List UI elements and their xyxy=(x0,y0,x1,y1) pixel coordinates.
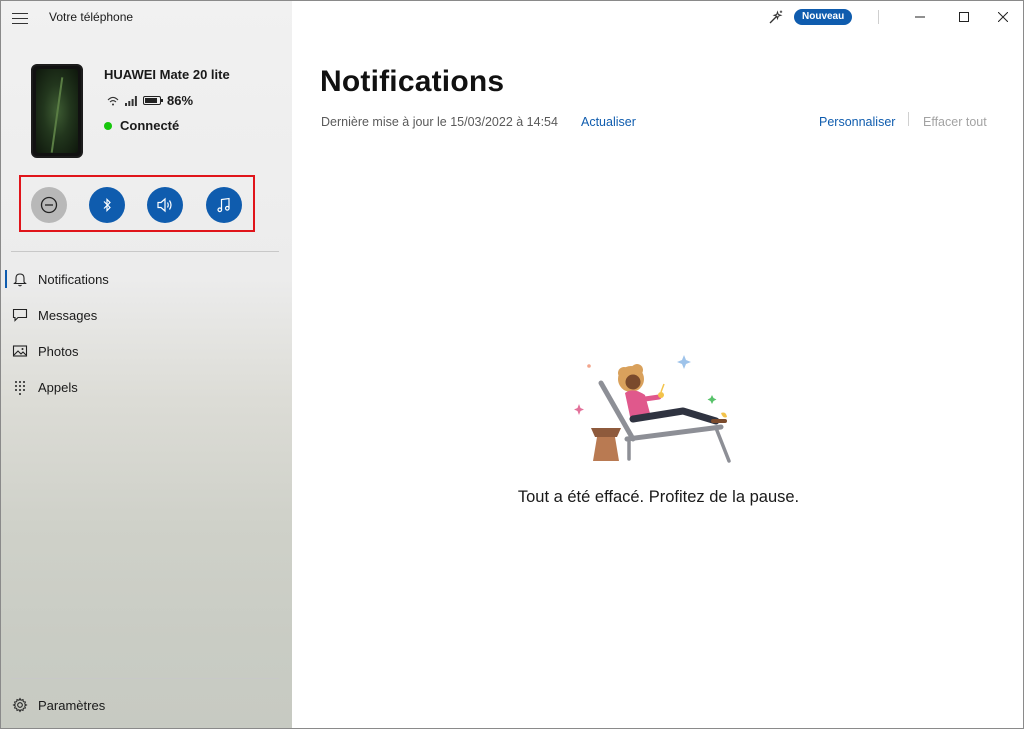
customize-link[interactable]: Personnaliser xyxy=(819,115,895,129)
maximize-button[interactable] xyxy=(942,1,986,33)
sidebar-item-label: Messages xyxy=(38,307,98,323)
chat-bubble-icon xyxy=(12,307,28,323)
wifi-icon xyxy=(107,96,119,105)
music-note-icon xyxy=(217,197,230,213)
sidebar-item-settings[interactable]: Paramètres xyxy=(1,690,292,720)
connection-status: Connecté xyxy=(104,118,179,133)
sidebar-divider xyxy=(11,678,279,679)
sidebar-item-label: Appels xyxy=(38,379,78,395)
sidebar-item-calls[interactable]: Appels xyxy=(1,372,292,402)
signal-icon xyxy=(125,95,137,106)
bell-icon xyxy=(12,271,28,287)
minimize-icon xyxy=(915,16,925,18)
sidebar-item-label: Photos xyxy=(38,343,79,359)
relaxing-person-illustration xyxy=(574,355,731,463)
close-icon xyxy=(998,12,1008,22)
refresh-link[interactable]: Actualiser xyxy=(581,115,636,129)
sidebar-item-photos[interactable]: Photos xyxy=(1,336,292,366)
clear-all-link[interactable]: Effacer tout xyxy=(923,115,987,129)
bluetooth-button[interactable] xyxy=(89,187,125,223)
page-title: Notifications xyxy=(320,65,505,98)
sidebar-item-messages[interactable]: Messages xyxy=(1,300,292,330)
speaker-icon xyxy=(157,197,172,213)
new-badge[interactable]: Nouveau xyxy=(794,9,853,25)
empty-state-message: Tout a été effacé. Profitez de la pause. xyxy=(517,488,800,506)
gear-icon xyxy=(12,697,28,713)
link-separator xyxy=(908,112,909,126)
minus-circle-icon xyxy=(40,196,58,214)
sidebar-divider xyxy=(11,251,279,252)
image-icon xyxy=(12,343,28,359)
music-button[interactable] xyxy=(206,187,242,223)
sidebar: Votre téléphone HUAWEI Mate 20 lite 86% … xyxy=(1,1,292,728)
device-name: HUAWEI Mate 20 lite xyxy=(104,67,230,82)
app-title: Votre téléphone xyxy=(49,10,134,24)
connected-dot-icon xyxy=(104,121,112,130)
sidebar-item-label: Notifications xyxy=(38,271,109,287)
do-not-disturb-button[interactable] xyxy=(31,187,67,223)
sidebar-item-notifications[interactable]: Notifications xyxy=(1,264,292,294)
phone-thumbnail xyxy=(31,64,83,158)
feedback-wand-icon[interactable] xyxy=(768,9,784,25)
connection-label: Connecté xyxy=(120,118,180,133)
battery-icon xyxy=(143,96,163,105)
dialpad-icon xyxy=(12,379,28,395)
titlebar-separator xyxy=(878,10,879,24)
sound-button[interactable] xyxy=(147,187,183,223)
device-status-row: 86% xyxy=(107,93,193,108)
app-window: Votre téléphone HUAWEI Mate 20 lite 86% … xyxy=(0,0,1024,729)
maximize-icon xyxy=(959,12,969,22)
battery-percentage: 86% xyxy=(167,93,194,108)
settings-label: Paramètres xyxy=(38,697,106,713)
minimize-button[interactable] xyxy=(898,1,942,33)
last-update-text: Dernière mise à jour le 15/03/2022 à 14:… xyxy=(321,115,558,129)
hamburger-menu-icon[interactable] xyxy=(12,13,28,25)
bluetooth-icon xyxy=(103,198,111,212)
close-button[interactable] xyxy=(981,1,1023,33)
